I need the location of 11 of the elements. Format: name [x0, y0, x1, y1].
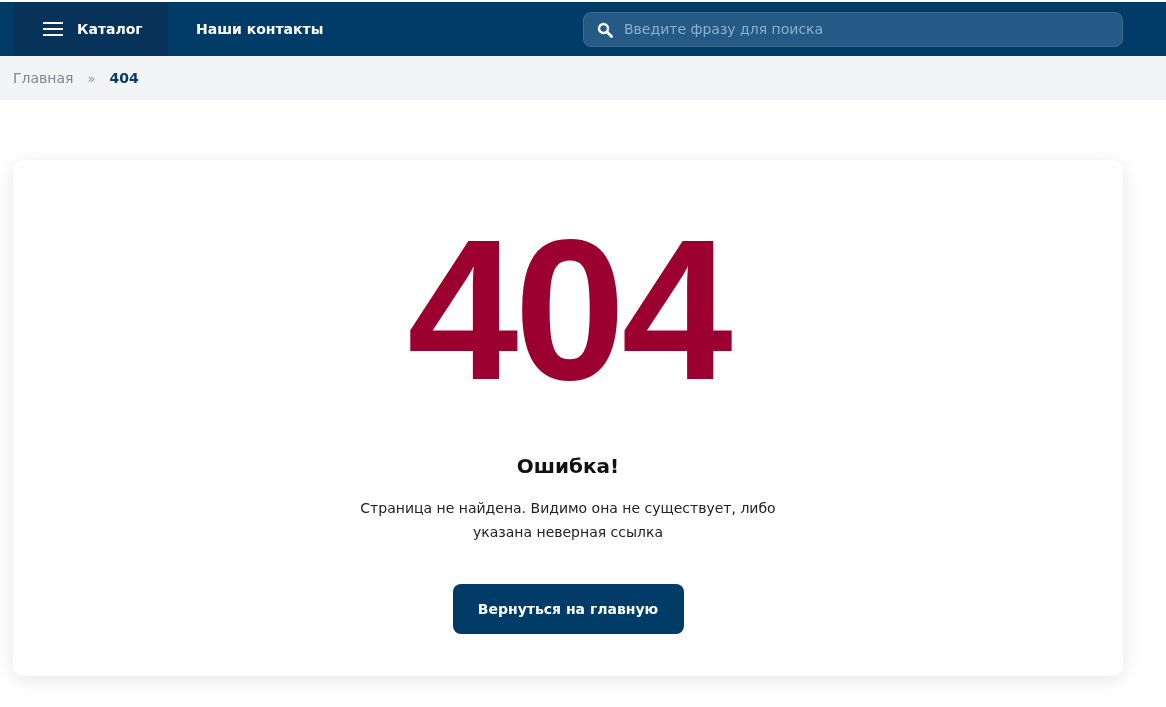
- menu-icon: [43, 21, 63, 37]
- nav-link[interactable]: Наши контакты: [196, 21, 324, 37]
- catalog-button[interactable]: Каталог: [14, 2, 168, 56]
- breadcrumb-separator: »: [87, 70, 96, 86]
- search-field[interactable]: Введите фразу для поиска: [583, 11, 1123, 47]
- search-icon: [597, 21, 613, 38]
- breadcrumb-current: 404: [109, 70, 139, 86]
- error-message: Страница не найдена. Видимо она не существует, либо указана неверная ссылка: [359, 499, 777, 542]
- error-title: Ошибка!: [516, 454, 620, 478]
- home-button[interactable]: Вернуться на главную: [452, 584, 684, 634]
- error-code: 404: [407, 210, 729, 410]
